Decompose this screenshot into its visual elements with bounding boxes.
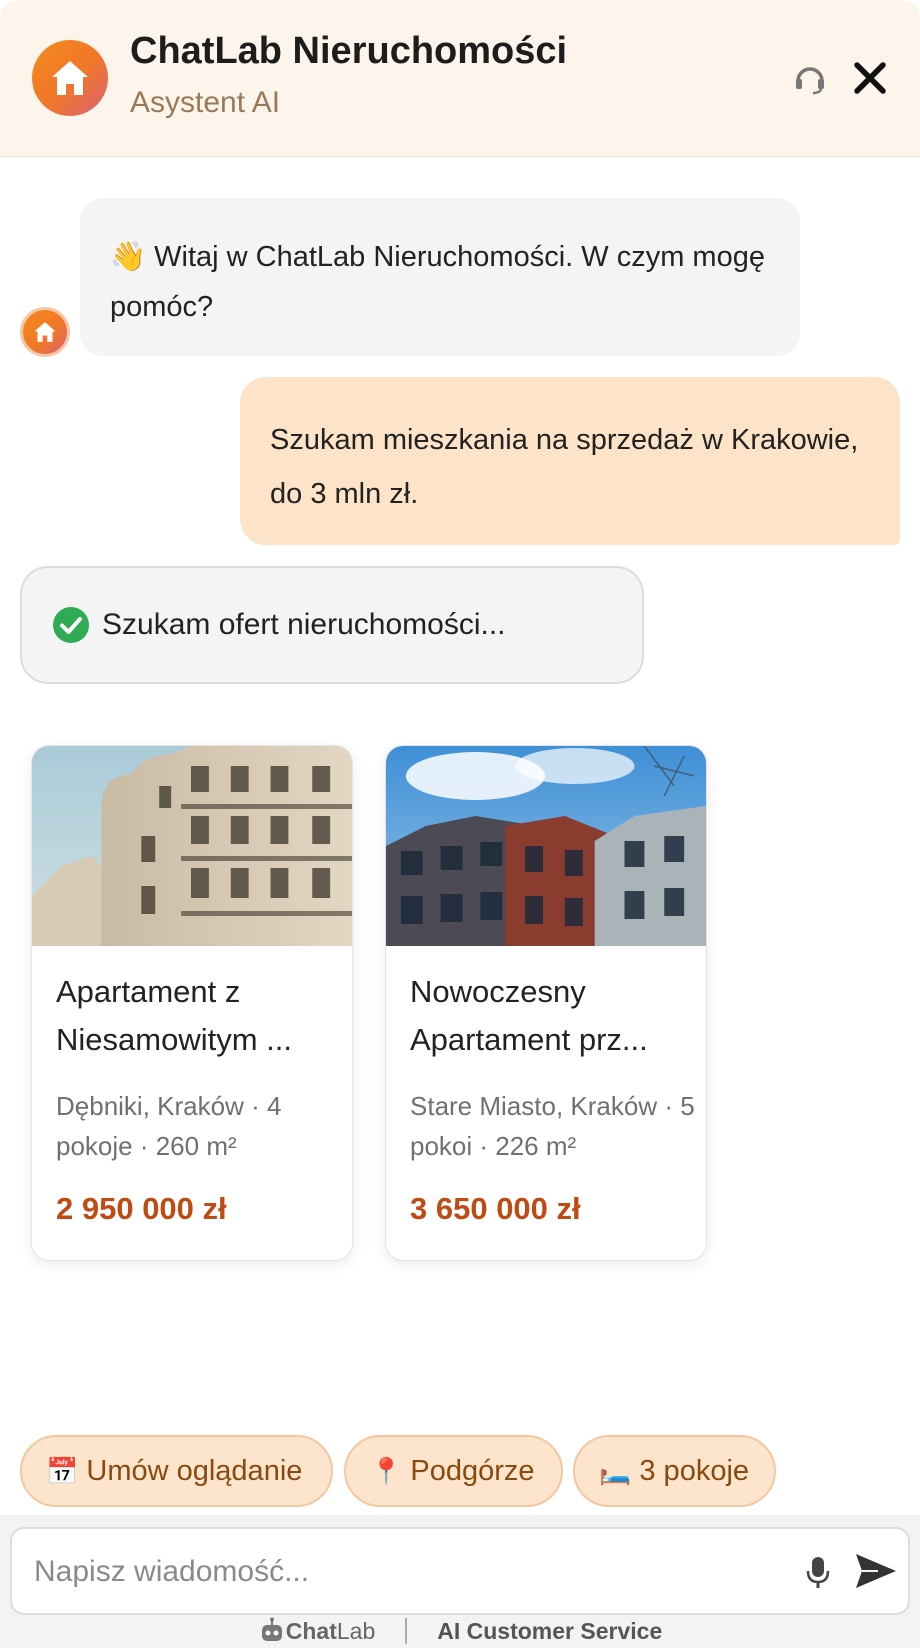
house-icon bbox=[34, 322, 56, 342]
brand-logo: Chat Lab bbox=[258, 1617, 376, 1645]
listing-card[interactable]: Nowoczesny Apartament prz... Stare Miast… bbox=[385, 745, 707, 1261]
chat-header: ChatLab Nieruchomości Asystent AI bbox=[0, 0, 920, 157]
message-input[interactable] bbox=[34, 1543, 774, 1601]
house-icon bbox=[32, 40, 108, 116]
chip-label: Umów oglądanie bbox=[86, 1454, 303, 1487]
listing-title[interactable]: Nowoczesny Apartament prz... bbox=[410, 968, 690, 1064]
listing-meta: Stare Miasto, Kraków · 5 pokoi · 226 m² bbox=[410, 1091, 695, 1161]
bot-avatar bbox=[20, 307, 70, 357]
listing-card[interactable]: Apartament z Niesamowitym ... Dębniki, K… bbox=[31, 745, 353, 1261]
status-text: Szukam ofert nieruchomości... bbox=[102, 608, 506, 641]
footer-tagline: AI Customer Service bbox=[437, 1617, 663, 1644]
headset-icon[interactable] bbox=[790, 58, 830, 98]
listing-title[interactable]: Apartament z Niesamowitym ... bbox=[56, 968, 336, 1064]
close-button[interactable] bbox=[848, 56, 892, 100]
message-input-box[interactable] bbox=[10, 1527, 910, 1615]
bed-icon: 🛏️ bbox=[599, 1455, 632, 1486]
send-icon bbox=[856, 1554, 896, 1588]
status-message: Szukam ofert nieruchomości... bbox=[20, 566, 644, 684]
header-title: ChatLab Nieruchomości bbox=[130, 30, 568, 72]
user-message: Szukam mieszkania na sprzedaż w Krakowie… bbox=[240, 377, 900, 545]
chip-label: 3 pokoje bbox=[639, 1454, 750, 1487]
brand-lab: Lab bbox=[336, 1617, 376, 1644]
send-button[interactable] bbox=[852, 1548, 900, 1594]
listing-photo bbox=[386, 746, 706, 946]
footer-divider bbox=[405, 1618, 408, 1644]
listing-price: 2 950 000 zł bbox=[56, 1191, 227, 1226]
quick-reply-3-rooms[interactable]: 🛏️ 3 pokoje bbox=[573, 1435, 776, 1507]
calendar-icon: 📅 bbox=[46, 1455, 79, 1486]
bot-message: 👋 Witaj w ChatLab Nieruchomości. W czym … bbox=[80, 198, 800, 356]
microphone-button[interactable] bbox=[800, 1552, 836, 1592]
pin-icon: 📍 bbox=[370, 1455, 403, 1486]
listing-price: 3 650 000 zł bbox=[410, 1191, 581, 1226]
check-circle-icon bbox=[53, 607, 89, 643]
robot-icon bbox=[261, 1617, 282, 1641]
footer: Chat Lab AI Customer Service bbox=[0, 1614, 920, 1648]
quick-reply-schedule-viewing[interactable]: 📅 Umów oglądanie bbox=[20, 1435, 333, 1507]
quick-reply-podgorze[interactable]: 📍 Podgórze bbox=[344, 1435, 563, 1507]
listing-meta: Dębniki, Kraków · 4 pokoje · 260 m² bbox=[56, 1091, 282, 1161]
brand-chat: Chat bbox=[285, 1617, 337, 1644]
microphone-icon bbox=[806, 1557, 830, 1588]
chip-label: Podgórze bbox=[410, 1454, 535, 1487]
header-subtitle: Asystent AI bbox=[130, 86, 281, 119]
listing-photo bbox=[32, 746, 352, 946]
close-icon bbox=[854, 62, 886, 94]
